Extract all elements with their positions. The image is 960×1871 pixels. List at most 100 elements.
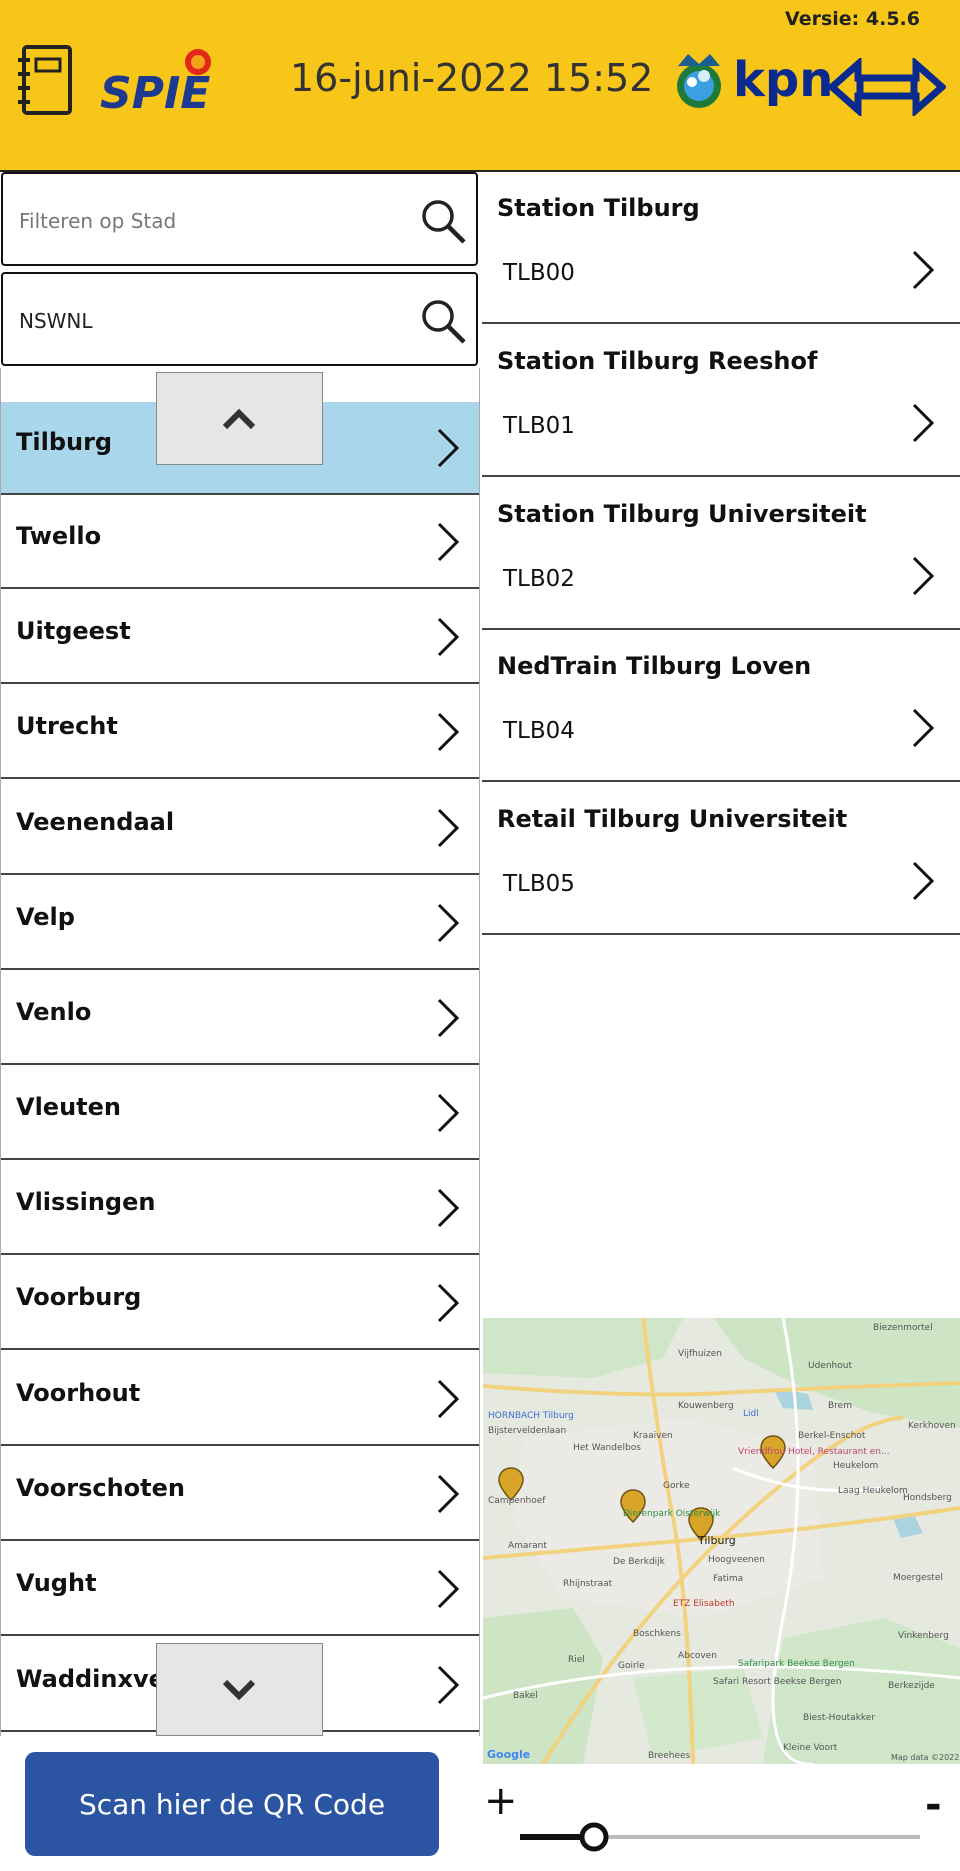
location-code: TLB02 (503, 566, 575, 592)
city-name: Vlissingen (16, 1188, 156, 1216)
city-name: Uitgeest (16, 617, 131, 645)
app-header: SPIE 16-juni-2022 15:52 Versie: 4.5.6 kp… (0, 0, 960, 172)
city-item-voorhout[interactable]: Voorhout (1, 1353, 479, 1446)
map-label: Safaripark Beekse Bergen (738, 1659, 855, 1669)
chevron-right-icon (437, 1474, 460, 1514)
map-label: Berkel-Enschot (798, 1431, 866, 1441)
location-title: Station Tilburg Universiteit (497, 500, 867, 528)
scroll-down-button[interactable] (156, 1643, 323, 1736)
google-logo: Google (487, 1748, 530, 1761)
map-label: Bakel (513, 1691, 538, 1701)
chevron-right-icon (437, 1093, 460, 1133)
city-item-uitgeest[interactable]: Uitgeest (1, 591, 479, 684)
chevron-right-icon (912, 556, 935, 596)
map-label: Lidl (743, 1409, 759, 1419)
location-item-tlb05[interactable]: Retail Tilburg Universiteit TLB05 (482, 783, 960, 935)
city-item-veenendaal[interactable]: Veenendaal (1, 782, 479, 875)
map-canvas[interactable]: Biezenmortel Udenhout Vijfhuizen Kouwenb… (483, 1318, 960, 1764)
search-icon[interactable] (418, 296, 468, 346)
city-item-venlo[interactable]: Venlo (1, 972, 479, 1065)
map-label: Goirle (618, 1661, 645, 1671)
map-label: Safari Resort Beekse Bergen (713, 1677, 841, 1687)
city-list[interactable]: Tilburg Twello Uitgeest Utrecht Veenenda… (0, 368, 480, 1736)
city-item-voorburg[interactable]: Voorburg (1, 1257, 479, 1350)
zoom-slider[interactable] (520, 1812, 920, 1862)
scroll-up-button[interactable] (156, 372, 323, 465)
notebook-icon[interactable] (16, 44, 74, 116)
map-attribution: Map data ©2022 (891, 1753, 959, 1762)
chevron-right-icon (437, 1188, 460, 1228)
map-label: Rhijnstraat (563, 1579, 613, 1589)
city-item-vlissingen[interactable]: Vlissingen (1, 1162, 479, 1255)
map-label: Vijfhuizen (678, 1349, 722, 1359)
map-label: Boschkens (633, 1629, 681, 1639)
location-code: TLB01 (503, 413, 575, 439)
city-item-utrecht[interactable]: Utrecht (1, 686, 479, 779)
city-name: Voorschoten (16, 1474, 185, 1502)
scan-qr-button[interactable]: Scan hier de QR Code (25, 1752, 439, 1856)
city-name: Vleuten (16, 1093, 121, 1121)
city-item-voorschoten[interactable]: Voorschoten (1, 1448, 479, 1541)
map-label: Moergestel (893, 1573, 943, 1583)
zoom-in-button[interactable]: + (484, 1778, 518, 1824)
location-map[interactable]: Biezenmortel Udenhout Vijfhuizen Kouwenb… (483, 1318, 960, 1764)
city-name: Tilburg (16, 428, 113, 456)
map-label: Kouwenberg (678, 1401, 734, 1411)
zoom-out-button[interactable]: - (925, 1782, 942, 1828)
map-label: HORNBACH Tilburg (488, 1411, 574, 1421)
location-item-tlb00[interactable]: Station Tilburg TLB00 (482, 172, 960, 324)
location-item-tlb02[interactable]: Station Tilburg Universiteit TLB02 (482, 478, 960, 630)
location-code: TLB04 (503, 718, 575, 744)
city-filter-input[interactable] (17, 202, 421, 240)
map-label: Brem (828, 1401, 852, 1411)
chevron-right-icon (912, 250, 935, 290)
client-filter-input[interactable] (17, 302, 421, 340)
city-name: Twello (16, 522, 102, 550)
city-item-vught[interactable]: Vught (1, 1543, 479, 1636)
map-label: Tilburg (697, 1534, 736, 1547)
kpn-logo: kpn (733, 52, 834, 108)
zoom-slider-thumb[interactable] (579, 1822, 609, 1852)
city-name: Veenendaal (16, 808, 175, 836)
city-filter-box (1, 172, 478, 266)
map-label: Vriendfrou Hotel, Restaurant en... (738, 1447, 890, 1457)
chevron-right-icon (437, 617, 460, 657)
location-code: TLB05 (503, 871, 575, 897)
location-code: TLB00 (503, 260, 575, 286)
city-item-velp[interactable]: Velp (1, 877, 479, 970)
city-name: Velp (16, 903, 75, 931)
city-item-vleuten[interactable]: Vleuten (1, 1067, 479, 1160)
client-filter-box (1, 272, 478, 366)
location-title: Station Tilburg Reeshof (497, 347, 818, 375)
map-label: Dierenpark Oisterwijk (623, 1509, 721, 1519)
map-label: Kleine Voort (783, 1743, 838, 1753)
kpn-crown-icon (677, 54, 721, 108)
map-label: Udenhout (808, 1361, 852, 1371)
location-item-tlb04[interactable]: NedTrain Tilburg Loven TLB04 (482, 630, 960, 782)
chevron-right-icon (437, 1569, 460, 1609)
map-label: Berkezijde (888, 1681, 935, 1691)
chevron-right-icon (437, 1283, 460, 1323)
city-name: Venlo (16, 998, 92, 1026)
app-version: Versie: 4.5.6 (785, 8, 920, 30)
map-label: Campenhoef (488, 1496, 546, 1506)
map-label: Fatima (713, 1574, 743, 1584)
city-item-twello[interactable]: Twello (1, 496, 479, 589)
map-label: De Berkdijk (613, 1557, 666, 1567)
chevron-down-icon (222, 1679, 256, 1701)
map-label: Heukelom (833, 1461, 878, 1471)
spie-logo: SPIE (100, 49, 211, 116)
location-item-tlb01[interactable]: Station Tilburg Reeshof TLB01 (482, 325, 960, 477)
map-label: Riel (568, 1655, 585, 1665)
map-label: Breehees (648, 1751, 691, 1761)
map-label: Abcoven (678, 1651, 717, 1661)
map-label: ETZ Elisabeth (673, 1599, 735, 1609)
chevron-right-icon (437, 522, 460, 562)
chevron-right-icon (437, 428, 460, 468)
chevron-right-icon (437, 1665, 460, 1705)
location-title: Station Tilburg (497, 194, 700, 222)
map-label: Biezenmortel (873, 1323, 933, 1333)
search-icon[interactable] (418, 196, 468, 246)
chevron-right-icon (437, 808, 460, 848)
map-label: Biest-Houtakker (803, 1713, 875, 1723)
